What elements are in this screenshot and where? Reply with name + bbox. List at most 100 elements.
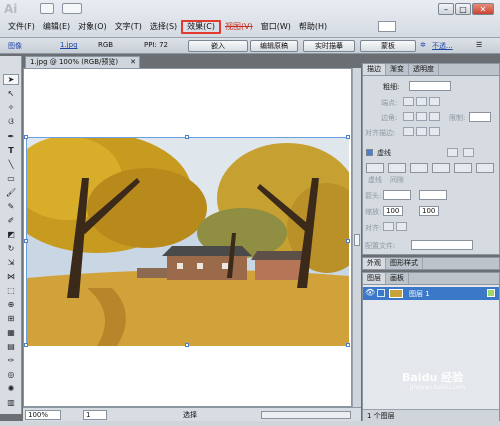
- end-scale-field[interactable]: 100: [419, 206, 439, 216]
- maximize-button[interactable]: □: [455, 3, 471, 15]
- butt-cap-icon[interactable]: [403, 97, 414, 106]
- arrow-tip-end-icon[interactable]: [396, 222, 407, 231]
- menu-edit[interactable]: 编辑(E): [39, 20, 74, 34]
- resize-handle[interactable]: [24, 239, 28, 243]
- tab-stroke[interactable]: 描边: [363, 64, 386, 75]
- tab-gradient[interactable]: 渐变: [386, 64, 409, 75]
- resize-handle[interactable]: [346, 343, 350, 347]
- menu-object[interactable]: 对象(O): [74, 20, 111, 34]
- mesh-tool-icon[interactable]: ▦: [3, 327, 19, 338]
- page-field[interactable]: 1: [83, 410, 107, 420]
- line-tool-icon[interactable]: ╲: [3, 159, 19, 170]
- limit-field[interactable]: [469, 112, 491, 122]
- layer-target-icon[interactable]: [487, 289, 495, 297]
- arrange-documents-icon[interactable]: [62, 3, 82, 14]
- visibility-eye-icon[interactable]: 👁: [365, 288, 375, 297]
- weight-field[interactable]: [409, 81, 451, 91]
- gap-field[interactable]: [432, 163, 450, 173]
- dashed-line-checkbox[interactable]: [366, 149, 373, 156]
- gap-field[interactable]: [476, 163, 494, 173]
- selection-tool-icon[interactable]: ➤: [3, 74, 19, 85]
- edit-original-button[interactable]: 编辑原稿: [250, 40, 298, 52]
- tab-transparency[interactable]: 透明度: [409, 64, 439, 75]
- resize-handle[interactable]: [346, 239, 350, 243]
- eyedropper-tool-icon[interactable]: ✑: [3, 355, 19, 366]
- placed-image[interactable]: [24, 133, 351, 346]
- close-button[interactable]: ✕: [472, 3, 494, 15]
- arrow-tip-extend-icon[interactable]: [383, 222, 394, 231]
- pencil-tool-icon[interactable]: ✎: [3, 201, 19, 212]
- tab-artboards[interactable]: 画板: [386, 273, 409, 284]
- square-cap-icon[interactable]: [429, 97, 440, 106]
- dash-field[interactable]: [454, 163, 472, 173]
- lasso-tool-icon[interactable]: ଓ: [3, 116, 19, 127]
- start-scale-field[interactable]: 100: [383, 206, 403, 216]
- menu-type[interactable]: 文字(T): [111, 20, 146, 34]
- opacity-icon[interactable]: ✲: [420, 41, 426, 49]
- zoom-field[interactable]: 100%: [25, 410, 61, 420]
- graph-tool-icon[interactable]: ▥: [3, 397, 19, 408]
- dash-field[interactable]: [410, 163, 428, 173]
- gap-field[interactable]: [388, 163, 406, 173]
- embed-button[interactable]: 嵌入: [188, 40, 248, 52]
- scroll-thumb[interactable]: [354, 234, 360, 246]
- live-trace-button[interactable]: 实时描摹: [303, 40, 355, 52]
- paintbrush-tool-icon[interactable]: 🖌: [3, 187, 19, 198]
- resize-handle[interactable]: [185, 135, 189, 139]
- menu-window[interactable]: 窗口(W): [257, 20, 295, 34]
- start-arrowhead-select[interactable]: [383, 190, 411, 200]
- tab-layers[interactable]: 图层: [363, 273, 386, 284]
- eraser-tool-icon[interactable]: ◩: [3, 229, 19, 240]
- layer-name[interactable]: 图层 1: [409, 289, 430, 299]
- blend-tool-icon[interactable]: ◎: [3, 369, 19, 380]
- dash-field[interactable]: [366, 163, 384, 173]
- minimize-button[interactable]: –: [438, 3, 454, 15]
- mask-button[interactable]: 蒙板: [360, 40, 416, 52]
- align-inside-icon[interactable]: [416, 127, 427, 136]
- opacity-label[interactable]: 不透...: [432, 41, 453, 51]
- close-tab-icon[interactable]: ✕: [130, 57, 136, 68]
- end-arrowhead-select[interactable]: [419, 190, 447, 200]
- magic-wand-tool-icon[interactable]: ✧: [3, 102, 19, 113]
- menu-effect[interactable]: 效果(C): [181, 20, 221, 34]
- gradient-tool-icon[interactable]: ▤: [3, 341, 19, 352]
- blob-brush-tool-icon[interactable]: ✐: [3, 215, 19, 226]
- resize-handle[interactable]: [24, 135, 28, 139]
- bevel-join-icon[interactable]: [429, 112, 440, 121]
- menu-help[interactable]: 帮助(H): [295, 20, 331, 34]
- align-dash-icon[interactable]: [463, 148, 474, 157]
- type-tool-icon[interactable]: T: [3, 145, 19, 156]
- tab-graphic-styles[interactable]: 图形样式: [386, 258, 423, 269]
- horizontal-scrollbar[interactable]: [261, 411, 351, 419]
- canvas[interactable]: [23, 68, 352, 407]
- lock-toggle[interactable]: [377, 289, 385, 297]
- width-tool-icon[interactable]: ⋈: [3, 271, 19, 282]
- tab-appearance[interactable]: 外观: [363, 258, 386, 269]
- symbol-sprayer-tool-icon[interactable]: ✺: [3, 383, 19, 394]
- vertical-scrollbar[interactable]: [352, 68, 361, 407]
- resize-handle[interactable]: [346, 135, 350, 139]
- panel-menu-icon[interactable]: ☰: [476, 41, 482, 49]
- link-name[interactable]: 1.jpg: [60, 41, 78, 49]
- align-outside-icon[interactable]: [429, 127, 440, 136]
- document-tab[interactable]: 1.jpg @ 100% (RGB/预览) ✕: [25, 56, 140, 68]
- resize-handle[interactable]: [24, 343, 28, 347]
- miter-join-icon[interactable]: [403, 112, 414, 121]
- layer-row[interactable]: 👁 图层 1: [363, 287, 499, 300]
- menu-view[interactable]: 视图(V): [221, 20, 257, 34]
- pen-tool-icon[interactable]: ✒: [3, 131, 19, 142]
- menu-select[interactable]: 选择(S): [146, 20, 181, 34]
- align-center-icon[interactable]: [403, 127, 414, 136]
- shape-builder-tool-icon[interactable]: ⊕: [3, 299, 19, 310]
- menu-file[interactable]: 文件(F): [4, 20, 39, 34]
- round-join-icon[interactable]: [416, 112, 427, 121]
- rectangle-tool-icon[interactable]: ▭: [3, 173, 19, 184]
- search-field[interactable]: [378, 21, 396, 32]
- profile-select[interactable]: [411, 240, 473, 250]
- direct-selection-tool-icon[interactable]: ↖: [3, 88, 19, 99]
- free-transform-tool-icon[interactable]: ⬚: [3, 285, 19, 296]
- round-cap-icon[interactable]: [416, 97, 427, 106]
- bridge-icon[interactable]: [40, 3, 54, 14]
- rotate-tool-icon[interactable]: ↻: [3, 243, 19, 254]
- resize-handle[interactable]: [185, 343, 189, 347]
